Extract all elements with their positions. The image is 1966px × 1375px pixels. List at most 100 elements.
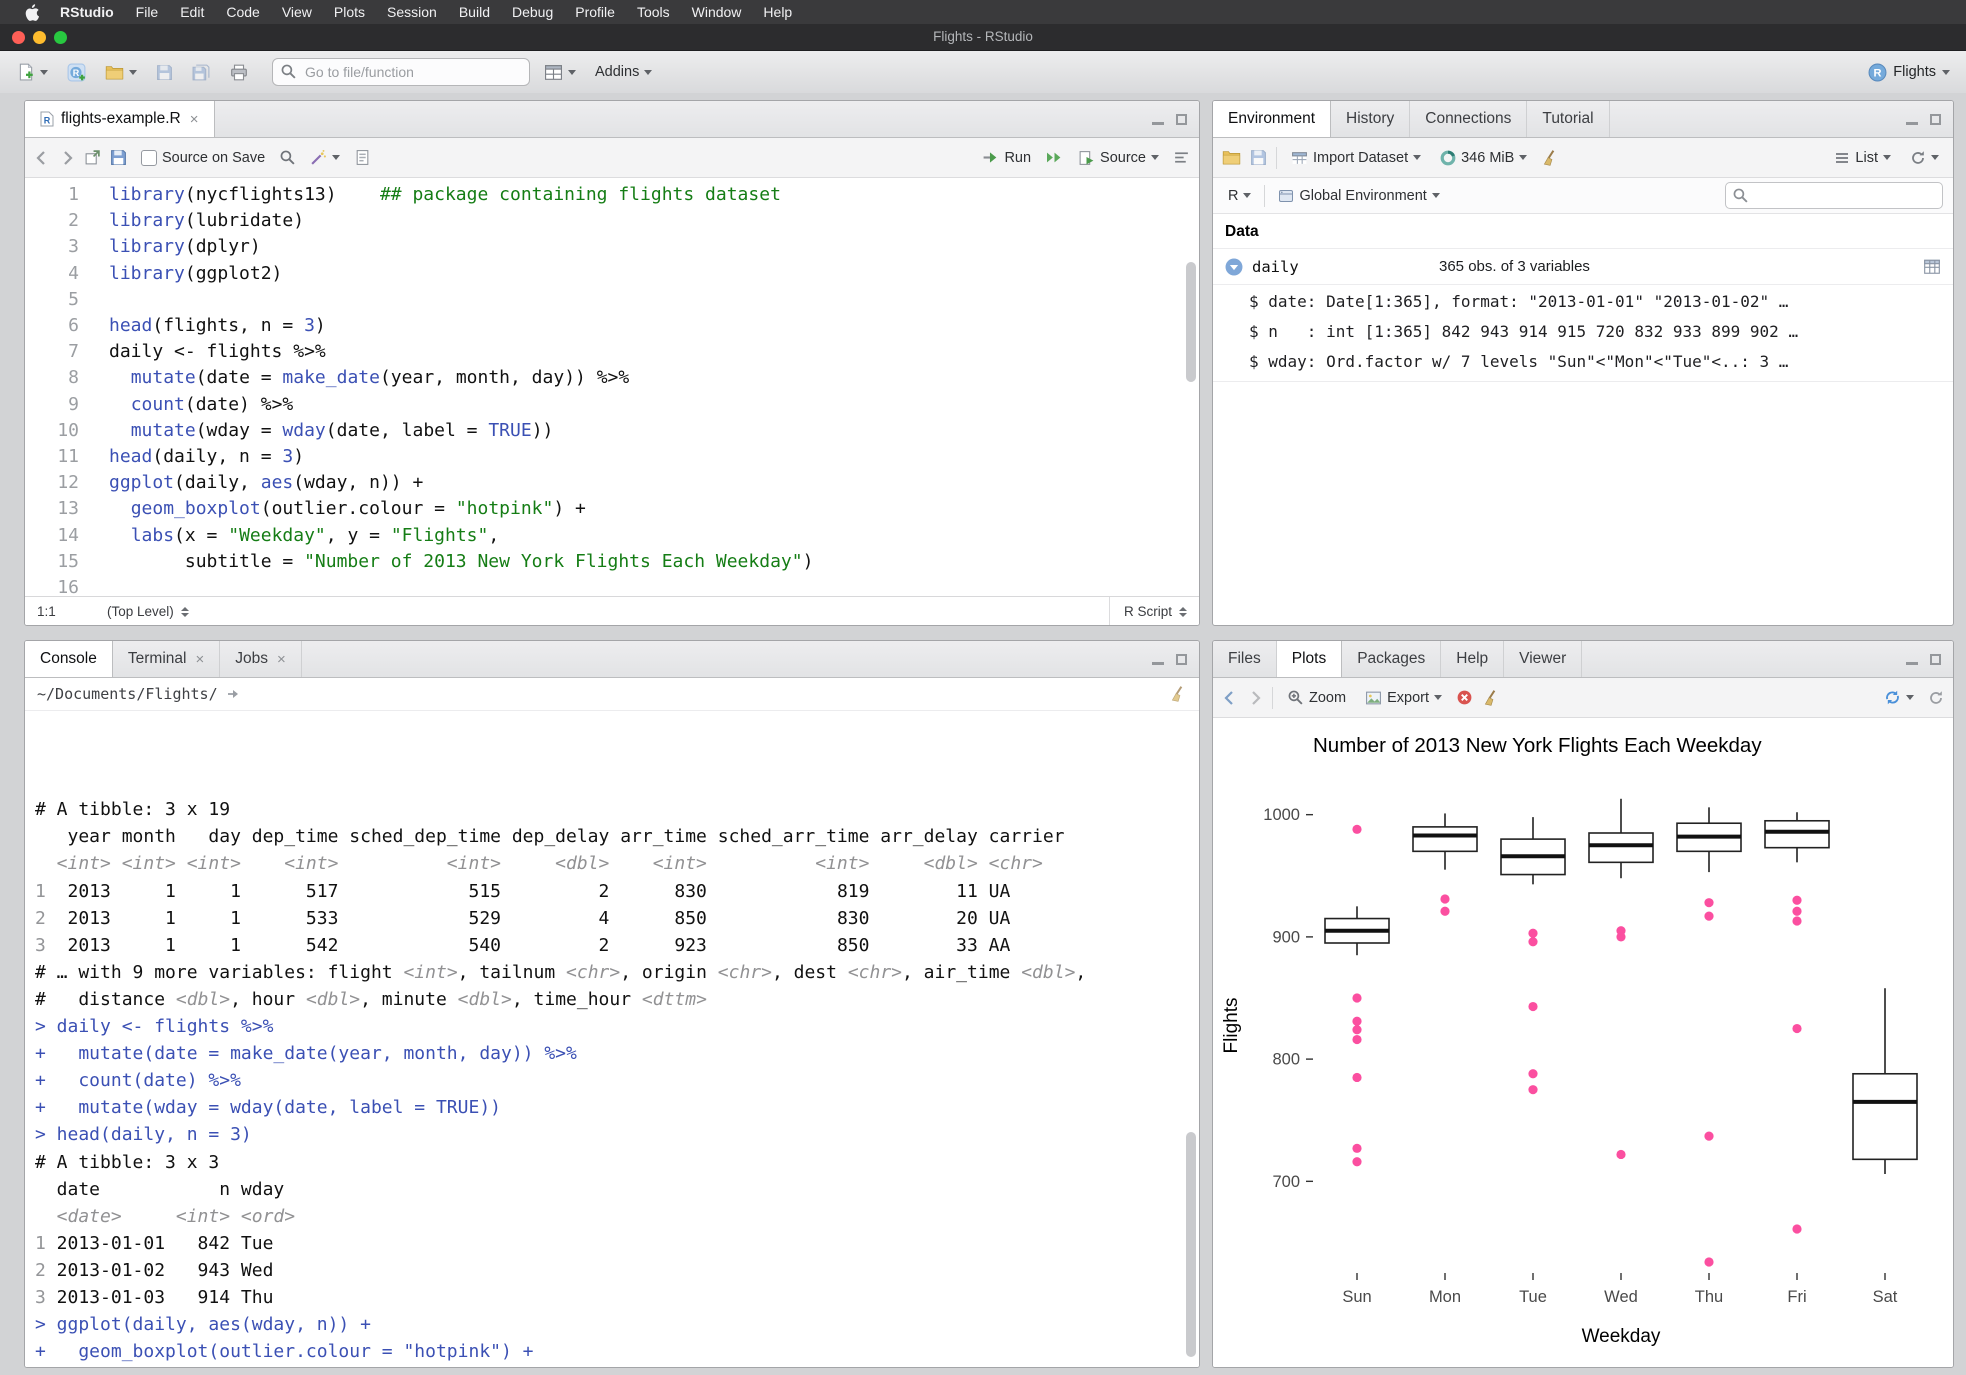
tab-flights-example[interactable]: R flights-example.R × (25, 101, 215, 137)
print-button[interactable] (225, 61, 253, 84)
menu-build[interactable]: Build (448, 0, 501, 24)
find-replace-icon[interactable] (279, 149, 296, 166)
menu-view[interactable]: View (271, 0, 323, 24)
menu-rstudio[interactable]: RStudio (49, 0, 125, 24)
tab-environment[interactable]: Environment (1213, 101, 1332, 137)
code-line: head(daily, n = 3) (109, 446, 305, 468)
tab-jobs[interactable]: Jobs × (220, 641, 302, 677)
console-line: + mutate(wday = wday(date, label = TRUE)… (35, 1097, 501, 1119)
menu-profile[interactable]: Profile (564, 0, 626, 24)
collapse-object-icon[interactable] (1225, 258, 1243, 276)
view-data-icon[interactable] (1923, 258, 1941, 275)
tab-packages[interactable]: Packages (1342, 641, 1442, 677)
menu-window[interactable]: Window (681, 0, 753, 24)
tab-label: Plots (1291, 650, 1327, 667)
memory-usage-button[interactable]: 346 MiB (1435, 147, 1532, 169)
compile-report-icon[interactable] (354, 149, 371, 166)
tab-terminal[interactable]: Terminal × (113, 641, 221, 677)
tab-connections[interactable]: Connections (1410, 101, 1528, 137)
addins-button[interactable]: Addins (590, 61, 657, 83)
environment-search-input[interactable] (1725, 182, 1943, 209)
previous-plot-icon[interactable] (1222, 690, 1238, 706)
export-button[interactable]: Export (1360, 687, 1447, 709)
menu-edit[interactable]: Edit (169, 0, 215, 24)
console-line: 1 2013 1 1 517 515 2 830 819 11 UA (35, 880, 1011, 902)
remove-plot-icon[interactable] (1456, 689, 1473, 706)
load-workspace-icon[interactable] (1222, 149, 1241, 166)
goto-file-input[interactable] (272, 58, 530, 86)
refresh-plot-icon[interactable] (1928, 690, 1944, 706)
minimize-pane-icon[interactable] (1906, 641, 1918, 677)
list-view-button[interactable]: List (1829, 147, 1896, 169)
close-icon[interactable]: × (195, 651, 204, 668)
import-dataset-button[interactable]: Import Dataset (1286, 147, 1426, 169)
scope-selector[interactable]: (Top Level) (107, 604, 189, 619)
clear-plots-icon[interactable] (1482, 689, 1500, 707)
tab-tutorial[interactable]: Tutorial (1527, 101, 1610, 137)
code-editor[interactable]: 1 2 3 4 5 6 7 8 9 10 11 12 13 14 15 16 library(nycfligh… (25, 178, 1199, 596)
save-icon[interactable] (110, 149, 127, 166)
source-on-save-toggle[interactable]: Source on Save (136, 147, 270, 169)
boxplot-box (1764, 819, 1830, 849)
run-button[interactable]: Run (977, 147, 1036, 169)
open-file-button[interactable] (100, 61, 142, 84)
menu-file[interactable]: File (125, 0, 170, 24)
new-file-icon (19, 63, 33, 81)
tab-plots[interactable]: Plots (1276, 641, 1343, 677)
popout-icon[interactable] (84, 149, 101, 166)
tab-title: flights-example.R (61, 110, 181, 127)
save-workspace-icon[interactable] (1250, 149, 1267, 166)
tab-label: Packages (1357, 650, 1426, 667)
back-icon[interactable] (34, 150, 50, 166)
project-selector[interactable]: R Flights (1868, 63, 1954, 82)
editor-scrollbar[interactable] (1186, 262, 1196, 382)
tab-help[interactable]: Help (1441, 641, 1505, 677)
language-selector[interactable]: R (1223, 185, 1256, 207)
minimize-pane-icon[interactable] (1906, 101, 1918, 137)
rerun-icon[interactable] (1045, 150, 1064, 165)
code-tools-button[interactable] (305, 146, 345, 169)
apple-menu[interactable] (14, 3, 49, 21)
maximize-pane-icon[interactable] (1176, 641, 1187, 677)
maximize-pane-icon[interactable] (1930, 101, 1941, 137)
console-line: # distance <dbl>, hour <dbl>, minute <db… (35, 988, 707, 1010)
document-outline-icon[interactable] (1173, 150, 1190, 165)
close-icon[interactable]: × (190, 111, 199, 128)
close-icon[interactable]: × (277, 651, 286, 668)
menu-code[interactable]: Code (215, 0, 270, 24)
publish-button[interactable] (1879, 686, 1919, 709)
line-number: 7 (68, 341, 79, 363)
menu-debug[interactable]: Debug (501, 0, 564, 24)
menu-session[interactable]: Session (376, 0, 448, 24)
goto-directory-icon[interactable] (226, 687, 240, 701)
console-output[interactable]: # A tibble: 3 x 19 year month day dep_ti… (25, 711, 1199, 1367)
source-on-save-checkbox[interactable] (141, 149, 157, 166)
clear-console-icon[interactable] (1169, 685, 1187, 703)
save-all-button[interactable] (187, 61, 216, 84)
tab-history[interactable]: History (1331, 101, 1411, 137)
menu-help[interactable]: Help (752, 0, 803, 24)
minimize-pane-icon[interactable] (1152, 641, 1164, 677)
maximize-pane-icon[interactable] (1176, 101, 1187, 137)
menu-tools[interactable]: Tools (626, 0, 681, 24)
new-file-button[interactable] (12, 60, 53, 84)
file-type-selector[interactable]: R Script (1108, 597, 1187, 625)
console-scrollbar[interactable] (1186, 1132, 1196, 1357)
refresh-environment-button[interactable] (1905, 147, 1944, 169)
zoom-button[interactable]: Zoom (1282, 686, 1351, 709)
forward-icon[interactable] (59, 150, 75, 166)
pane-layout-button[interactable] (539, 61, 581, 84)
minimize-pane-icon[interactable] (1152, 101, 1164, 137)
next-plot-icon[interactable] (1247, 690, 1263, 706)
source-button[interactable]: Source (1073, 147, 1164, 169)
menu-plots[interactable]: Plots (323, 0, 376, 24)
tab-viewer[interactable]: Viewer (1504, 641, 1583, 677)
tab-console[interactable]: Console (25, 641, 113, 677)
save-button[interactable] (151, 61, 178, 84)
new-project-button[interactable]: R (62, 60, 91, 85)
environment-object-row[interactable]: daily 365 obs. of 3 variables (1213, 248, 1953, 285)
tab-files[interactable]: Files (1213, 641, 1277, 677)
clear-environment-icon[interactable] (1541, 149, 1559, 167)
maximize-pane-icon[interactable] (1930, 641, 1941, 677)
environment-selector[interactable]: Global Environment (1273, 185, 1444, 207)
